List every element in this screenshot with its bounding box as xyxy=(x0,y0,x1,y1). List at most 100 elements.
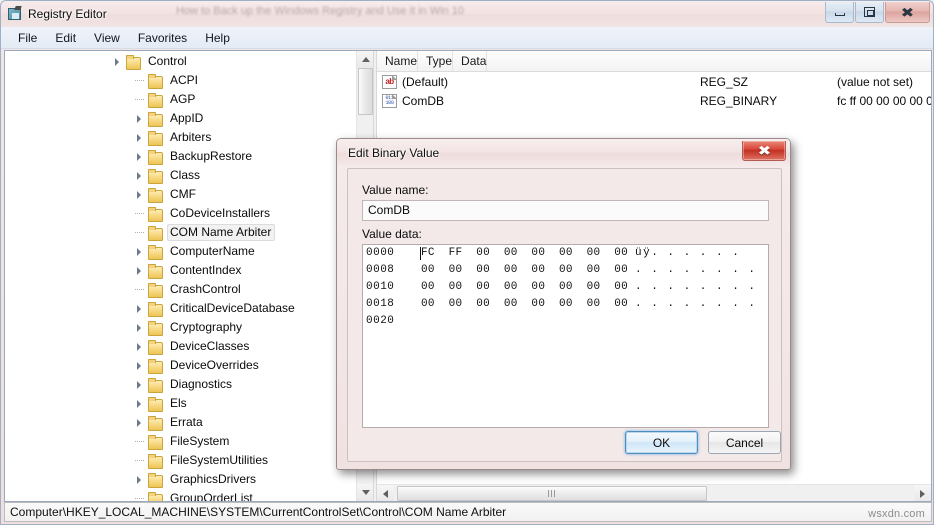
tree-item-label: CMF xyxy=(170,187,196,201)
value-name-input[interactable]: ComDB xyxy=(362,200,769,221)
folder-icon xyxy=(147,301,163,317)
tree-item-cmf[interactable]: CMF xyxy=(5,185,356,204)
ok-button[interactable]: OK xyxy=(625,431,698,454)
folder-icon xyxy=(147,491,163,501)
hex-editor[interactable]: 0000 FC FF 00 00 00 00 00 00 üÿ. . . . . .… xyxy=(362,244,769,428)
folder-icon xyxy=(147,149,163,165)
edit-binary-value-dialog: Edit Binary Value ✖ Value name: ComDB Va… xyxy=(336,138,791,470)
tree-item-diagnostics[interactable]: Diagnostics xyxy=(5,375,356,394)
expand-arrow-icon[interactable] xyxy=(131,185,147,204)
expand-arrow-icon[interactable] xyxy=(131,299,147,318)
tree-scroll-up-button[interactable] xyxy=(357,51,373,68)
tree-item-deviceoverrides[interactable]: DeviceOverrides xyxy=(5,356,356,375)
expand-arrow-icon[interactable] xyxy=(131,375,147,394)
dialog-close-button[interactable]: ✖ xyxy=(742,141,786,161)
tree-item-class[interactable]: Class xyxy=(5,166,356,185)
tree-item-label: ComputerName xyxy=(170,244,255,258)
folder-icon xyxy=(147,282,163,298)
column-header-name[interactable]: Name xyxy=(377,51,419,71)
tree-item-codeviceinstallers[interactable]: CoDeviceInstallers xyxy=(5,204,356,223)
hex-row[interactable]: 0018 00 00 00 00 00 00 00 00 . . . . . . .… xyxy=(363,296,768,313)
expand-arrow-icon[interactable] xyxy=(131,470,147,489)
cancel-button[interactable]: Cancel xyxy=(708,431,781,454)
menu-item-file[interactable]: File xyxy=(9,29,46,47)
tree-connector-line xyxy=(135,213,144,214)
tree-item-cryptography[interactable]: Cryptography xyxy=(5,318,356,337)
tree-item-filesystem[interactable]: FileSystem xyxy=(5,432,356,451)
menu-item-view[interactable]: View xyxy=(85,29,129,47)
list-scroll-left-button[interactable] xyxy=(377,485,394,501)
expand-arrow-icon[interactable] xyxy=(131,128,147,147)
window-titlebar[interactable]: Registry Editor How to Back up the Windo… xyxy=(1,1,933,27)
tree-item-graphicsdrivers[interactable]: GraphicsDrivers xyxy=(5,470,356,489)
menu-item-help[interactable]: Help xyxy=(196,29,239,47)
list-horizontal-scrollbar[interactable] xyxy=(377,484,931,501)
tree-item-backuprestore[interactable]: BackupRestore xyxy=(5,147,356,166)
expand-arrow-icon[interactable] xyxy=(131,337,147,356)
folder-icon xyxy=(147,130,163,146)
folder-icon xyxy=(147,396,163,412)
tree-item-computername[interactable]: ComputerName xyxy=(5,242,356,261)
tree-item-criticaldevicedatabase[interactable]: CriticalDeviceDatabase xyxy=(5,299,356,318)
tree-item-els[interactable]: Els xyxy=(5,394,356,413)
tree-item-control[interactable]: Control xyxy=(5,52,356,71)
tree-item-label: AGP xyxy=(170,92,196,106)
expand-arrow-icon[interactable] xyxy=(131,413,147,432)
expand-arrow-icon[interactable] xyxy=(131,109,147,128)
hex-offset: 0010 xyxy=(366,281,395,293)
minimize-button[interactable] xyxy=(825,2,854,23)
tree-connector xyxy=(131,432,147,451)
dialog-titlebar[interactable]: Edit Binary Value ✖ xyxy=(337,139,790,166)
column-header-data[interactable]: Data xyxy=(453,51,488,71)
tree-item-crashcontrol[interactable]: CrashControl xyxy=(5,280,356,299)
tree-scroll-area: Control ACPI AGP AppID Arbiters BackupRestore… xyxy=(5,51,356,501)
expand-arrow-icon[interactable] xyxy=(131,356,147,375)
hex-offset: 0008 xyxy=(366,264,395,276)
tree-item-contentindex[interactable]: ContentIndex xyxy=(5,261,356,280)
tree-item-acpi[interactable]: ACPI xyxy=(5,71,356,90)
folder-icon xyxy=(147,168,163,184)
tree-item-com-name-arbiter[interactable]: COM Name Arbiter xyxy=(5,223,356,242)
tree-item-grouporderlist[interactable]: GroupOrderList xyxy=(5,489,356,501)
list-scroll-thumb[interactable] xyxy=(397,486,707,501)
hex-row[interactable]: 0020 xyxy=(363,313,768,330)
tree-scroll-thumb[interactable] xyxy=(358,68,373,115)
expand-arrow-icon[interactable] xyxy=(131,147,147,166)
menu-item-edit[interactable]: Edit xyxy=(46,29,85,47)
hex-row[interactable]: 0000 FC FF 00 00 00 00 00 00 üÿ. . . . . . xyxy=(363,245,768,262)
hex-row[interactable]: 0010 00 00 00 00 00 00 00 00 . . . . . . .… xyxy=(363,279,768,296)
column-header-type[interactable]: Type xyxy=(418,51,454,71)
menu-item-favorites[interactable]: Favorites xyxy=(129,29,196,47)
hex-row[interactable]: 0008 00 00 00 00 00 00 00 00 . . . . . . .… xyxy=(363,262,768,279)
expand-arrow-icon[interactable] xyxy=(131,166,147,185)
tree-item-filesystemutilities[interactable]: FileSystemUtilities xyxy=(5,451,356,470)
registry-editor-window: Registry Editor How to Back up the Windo… xyxy=(0,0,934,525)
table-row[interactable]: ab (Default) REG_SZ (value not set) xyxy=(377,72,931,91)
hex-bytes: 00 00 00 00 00 00 00 00 xyxy=(421,298,629,310)
tree-item-arbiters[interactable]: Arbiters xyxy=(5,128,356,147)
folder-icon xyxy=(147,73,163,89)
folder-icon xyxy=(147,111,163,127)
expand-arrow-icon[interactable] xyxy=(131,242,147,261)
text-caret xyxy=(420,247,421,260)
tree-scroll-down-button[interactable] xyxy=(357,484,373,501)
tree-connector xyxy=(131,280,147,299)
tree-item-appid[interactable]: AppID xyxy=(5,109,356,128)
scroll-right-arrow-icon xyxy=(920,489,925,498)
expand-arrow-icon[interactable] xyxy=(109,52,125,71)
list-column-headers: Name Type Data xyxy=(377,51,931,72)
tree-item-label: AppID xyxy=(170,111,204,125)
folder-icon xyxy=(147,320,163,336)
maximize-button[interactable] xyxy=(855,2,884,23)
table-row[interactable]: 011100 ComDB REG_BINARY fc ff 00 00 00 00 0… xyxy=(377,91,931,110)
tree-item-agp[interactable]: AGP xyxy=(5,90,356,109)
expand-arrow-icon[interactable] xyxy=(131,261,147,280)
tree-item-errata[interactable]: Errata xyxy=(5,413,356,432)
hex-bytes: FC FF 00 00 00 00 00 00 xyxy=(421,247,629,259)
hex-offset: 0018 xyxy=(366,298,395,310)
list-scroll-right-button[interactable] xyxy=(914,485,931,501)
tree-item-deviceclasses[interactable]: DeviceClasses xyxy=(5,337,356,356)
close-button[interactable]: ✖ xyxy=(885,2,930,23)
expand-arrow-icon[interactable] xyxy=(131,318,147,337)
expand-arrow-icon[interactable] xyxy=(131,394,147,413)
